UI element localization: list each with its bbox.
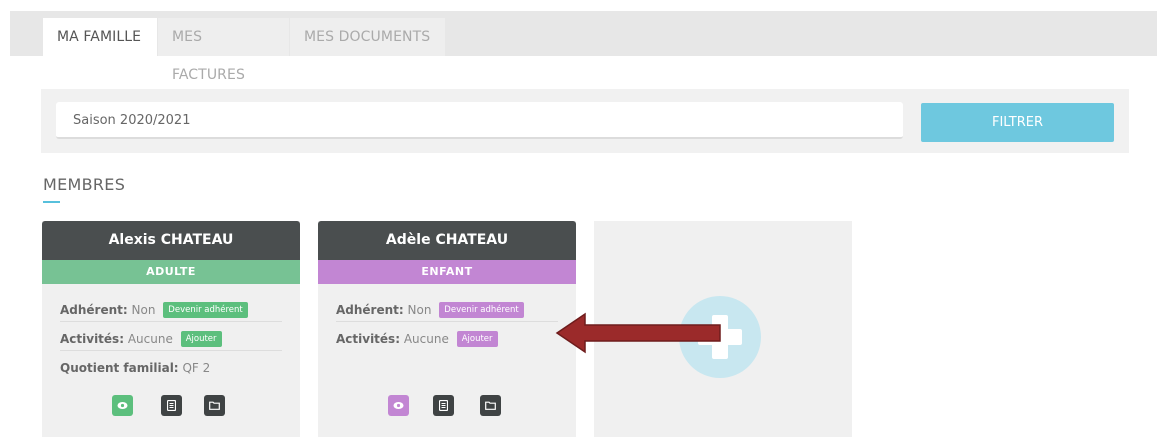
eye-icon[interactable] bbox=[112, 395, 133, 416]
adherent-label: Adhérent: bbox=[336, 303, 404, 317]
activities-value: Aucune bbox=[127, 332, 173, 346]
member-card: Adèle CHATEAU ENFANT Adhérent: Non Deven… bbox=[318, 221, 576, 437]
activities-value: Aucune bbox=[403, 332, 449, 346]
folder-icon[interactable] bbox=[204, 395, 225, 416]
member-name: Alexis CHATEAU bbox=[42, 221, 300, 260]
filter-button[interactable]: FILTRER bbox=[921, 103, 1114, 142]
member-name: Adèle CHATEAU bbox=[318, 221, 576, 260]
member-type-badge: ADULTE bbox=[42, 260, 300, 284]
activities-row: Activités: Aucune Ajouter bbox=[336, 328, 558, 351]
add-activity-button[interactable]: Ajouter bbox=[456, 330, 498, 347]
document-icon[interactable] bbox=[433, 395, 454, 416]
adherent-label: Adhérent: bbox=[60, 303, 128, 317]
members-title-underline bbox=[43, 201, 60, 203]
adherent-value: Non bbox=[131, 303, 156, 317]
document-icon[interactable] bbox=[161, 395, 182, 416]
activities-label: Activités: bbox=[336, 332, 401, 346]
member-type-badge: ENFANT bbox=[318, 260, 576, 284]
become-adherent-button[interactable]: Devenir adhérent bbox=[439, 301, 524, 318]
add-activity-button[interactable]: Ajouter bbox=[180, 330, 222, 347]
member-card: Alexis CHATEAU ADULTE Adhérent: Non Deve… bbox=[42, 221, 300, 437]
filter-bar: Saison 2020/2021 FILTRER bbox=[41, 89, 1129, 153]
eye-icon[interactable] bbox=[388, 395, 409, 416]
adherent-row: Adhérent: Non Devenir adhérent bbox=[336, 299, 558, 322]
card-actions bbox=[42, 395, 300, 417]
activities-label: Activités: bbox=[60, 332, 125, 346]
activities-row: Activités: Aucune Ajouter bbox=[60, 328, 282, 351]
annotation-arrow-icon bbox=[555, 312, 721, 354]
quotient-label: Quotient familial: bbox=[60, 361, 179, 375]
adherent-row: Adhérent: Non Devenir adhérent bbox=[60, 299, 282, 322]
folder-icon[interactable] bbox=[480, 395, 501, 416]
tab-ma-famille[interactable]: MA FAMILLE bbox=[43, 18, 157, 56]
quotient-value: QF 2 bbox=[182, 361, 211, 375]
card-actions bbox=[318, 395, 576, 417]
become-adherent-button[interactable]: Devenir adhérent bbox=[163, 301, 248, 318]
members-title: MEMBRES bbox=[43, 175, 126, 194]
tab-bar: MA FAMILLE MES FACTURES MES DOCUMENTS bbox=[10, 11, 1157, 83]
quotient-row: Quotient familial: QF 2 bbox=[60, 357, 282, 380]
tab-mes-factures[interactable]: MES FACTURES bbox=[158, 18, 289, 83]
tab-mes-documents[interactable]: MES DOCUMENTS bbox=[290, 18, 445, 56]
season-select[interactable]: Saison 2020/2021 bbox=[56, 102, 903, 139]
adherent-value: Non bbox=[407, 303, 432, 317]
